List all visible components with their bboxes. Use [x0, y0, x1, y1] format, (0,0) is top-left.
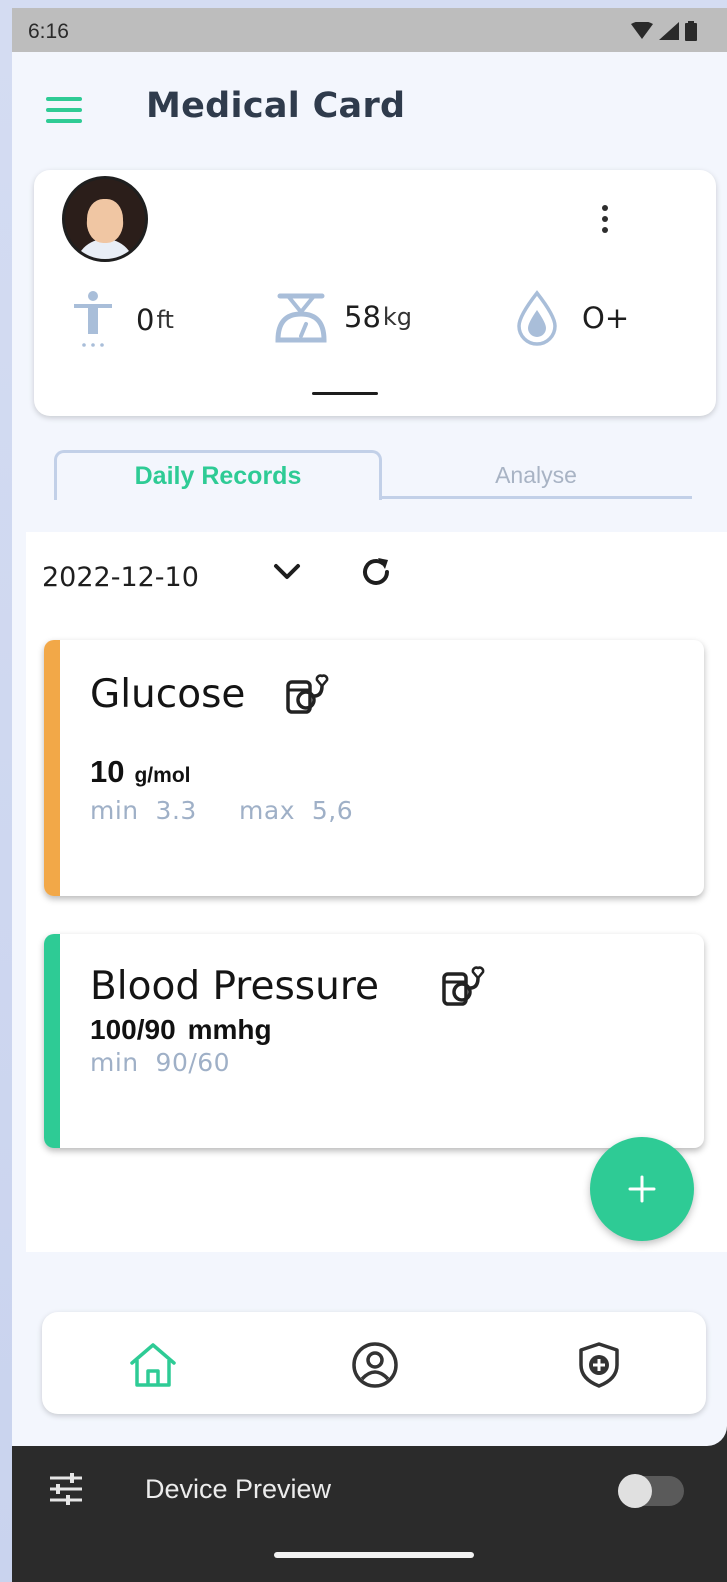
tab-bar: Daily Records Analyse	[54, 450, 694, 500]
record-unit: g/mol	[134, 764, 191, 787]
blood-type-value: O+	[582, 301, 630, 335]
refresh-icon[interactable]	[358, 554, 394, 590]
weight-unit: kg	[382, 303, 413, 331]
date-text[interactable]: 2022-12-10	[42, 562, 199, 593]
record-value-row: 100/90 mmhg	[90, 1014, 272, 1046]
blood-stat: O+	[516, 290, 629, 346]
record-title: Glucose	[90, 672, 246, 717]
record-accent-bar	[44, 934, 60, 1148]
height-unit: ft	[156, 306, 174, 334]
toggle-knob	[618, 1474, 652, 1508]
signal-icon	[659, 22, 679, 40]
nav-insurance[interactable]	[572, 1338, 626, 1392]
drag-handle[interactable]	[312, 392, 378, 395]
device-preview-label: Device Preview	[145, 1474, 332, 1504]
chevron-down-icon[interactable]	[272, 562, 302, 582]
record-value: 100/90	[90, 1014, 176, 1045]
hamburger-menu-icon[interactable]	[46, 97, 82, 123]
tab-daily-records-label: Daily Records	[134, 462, 302, 490]
status-icons	[631, 21, 697, 41]
app-screen: Medical Card 0 ft 58 kg O+ Daily Records…	[12, 52, 727, 1446]
record-range: min 3.3 max 5,6	[90, 796, 354, 825]
medical-device-icon	[286, 674, 329, 714]
tab-daily-records[interactable]: Daily Records	[54, 450, 382, 500]
record-value-row: 10 g/mol	[90, 754, 190, 790]
height-value: 0	[136, 303, 155, 337]
weight-stat: 58 kg	[274, 290, 412, 344]
weight-value: 58	[344, 300, 381, 334]
height-stat: 0 ft	[70, 290, 174, 350]
record-card-blood-pressure[interactable]: Blood Pressure 100/90 mmhg min 90/60	[44, 934, 704, 1148]
add-record-button[interactable]	[590, 1137, 694, 1241]
record-title: Blood Pressure	[90, 964, 379, 1009]
tab-analyse-label: Analyse	[495, 461, 577, 488]
device-preview-toggle[interactable]	[618, 1474, 684, 1508]
wifi-icon	[631, 22, 653, 39]
record-card-glucose[interactable]: Glucose 10 g/mol min 3.3 max 5,6	[44, 640, 704, 896]
record-accent-bar	[44, 640, 60, 896]
avatar[interactable]	[62, 176, 148, 262]
medical-device-icon	[442, 966, 485, 1006]
home-icon	[130, 1343, 176, 1387]
tab-underline	[380, 496, 692, 499]
blood-drop-icon	[517, 290, 557, 346]
status-time: 6:16	[28, 20, 69, 43]
more-vertical-icon[interactable]	[599, 205, 611, 241]
nav-profile[interactable]	[348, 1338, 402, 1392]
device-preview-bar: Device Preview	[12, 1446, 727, 1532]
tab-analyse[interactable]: Analyse	[380, 450, 692, 500]
battery-icon	[685, 21, 697, 41]
home-indicator[interactable]	[274, 1552, 474, 1558]
height-person-icon	[74, 291, 112, 347]
page-title: Medical Card	[146, 86, 406, 126]
weight-scale-icon	[275, 293, 327, 343]
record-unit: mmhg	[187, 1014, 272, 1045]
settings-sliders-icon[interactable]	[48, 1472, 84, 1506]
bottom-nav	[42, 1312, 706, 1414]
record-range: min 90/60	[90, 1048, 231, 1077]
app-bar: Medical Card	[12, 52, 727, 156]
record-value: 10	[90, 754, 125, 789]
plus-icon	[628, 1175, 656, 1203]
profile-card: 0 ft 58 kg O+	[34, 170, 716, 416]
phone-frame: 6:16 Medical Card 0 ft 58 kg O+ Daily Re…	[12, 8, 727, 1582]
nav-home[interactable]	[126, 1338, 180, 1392]
date-filter: 2022-12-10	[42, 562, 199, 593]
shield-plus-icon	[579, 1342, 619, 1388]
status-bar: 6:16	[12, 8, 727, 52]
profile-icon	[352, 1342, 398, 1388]
